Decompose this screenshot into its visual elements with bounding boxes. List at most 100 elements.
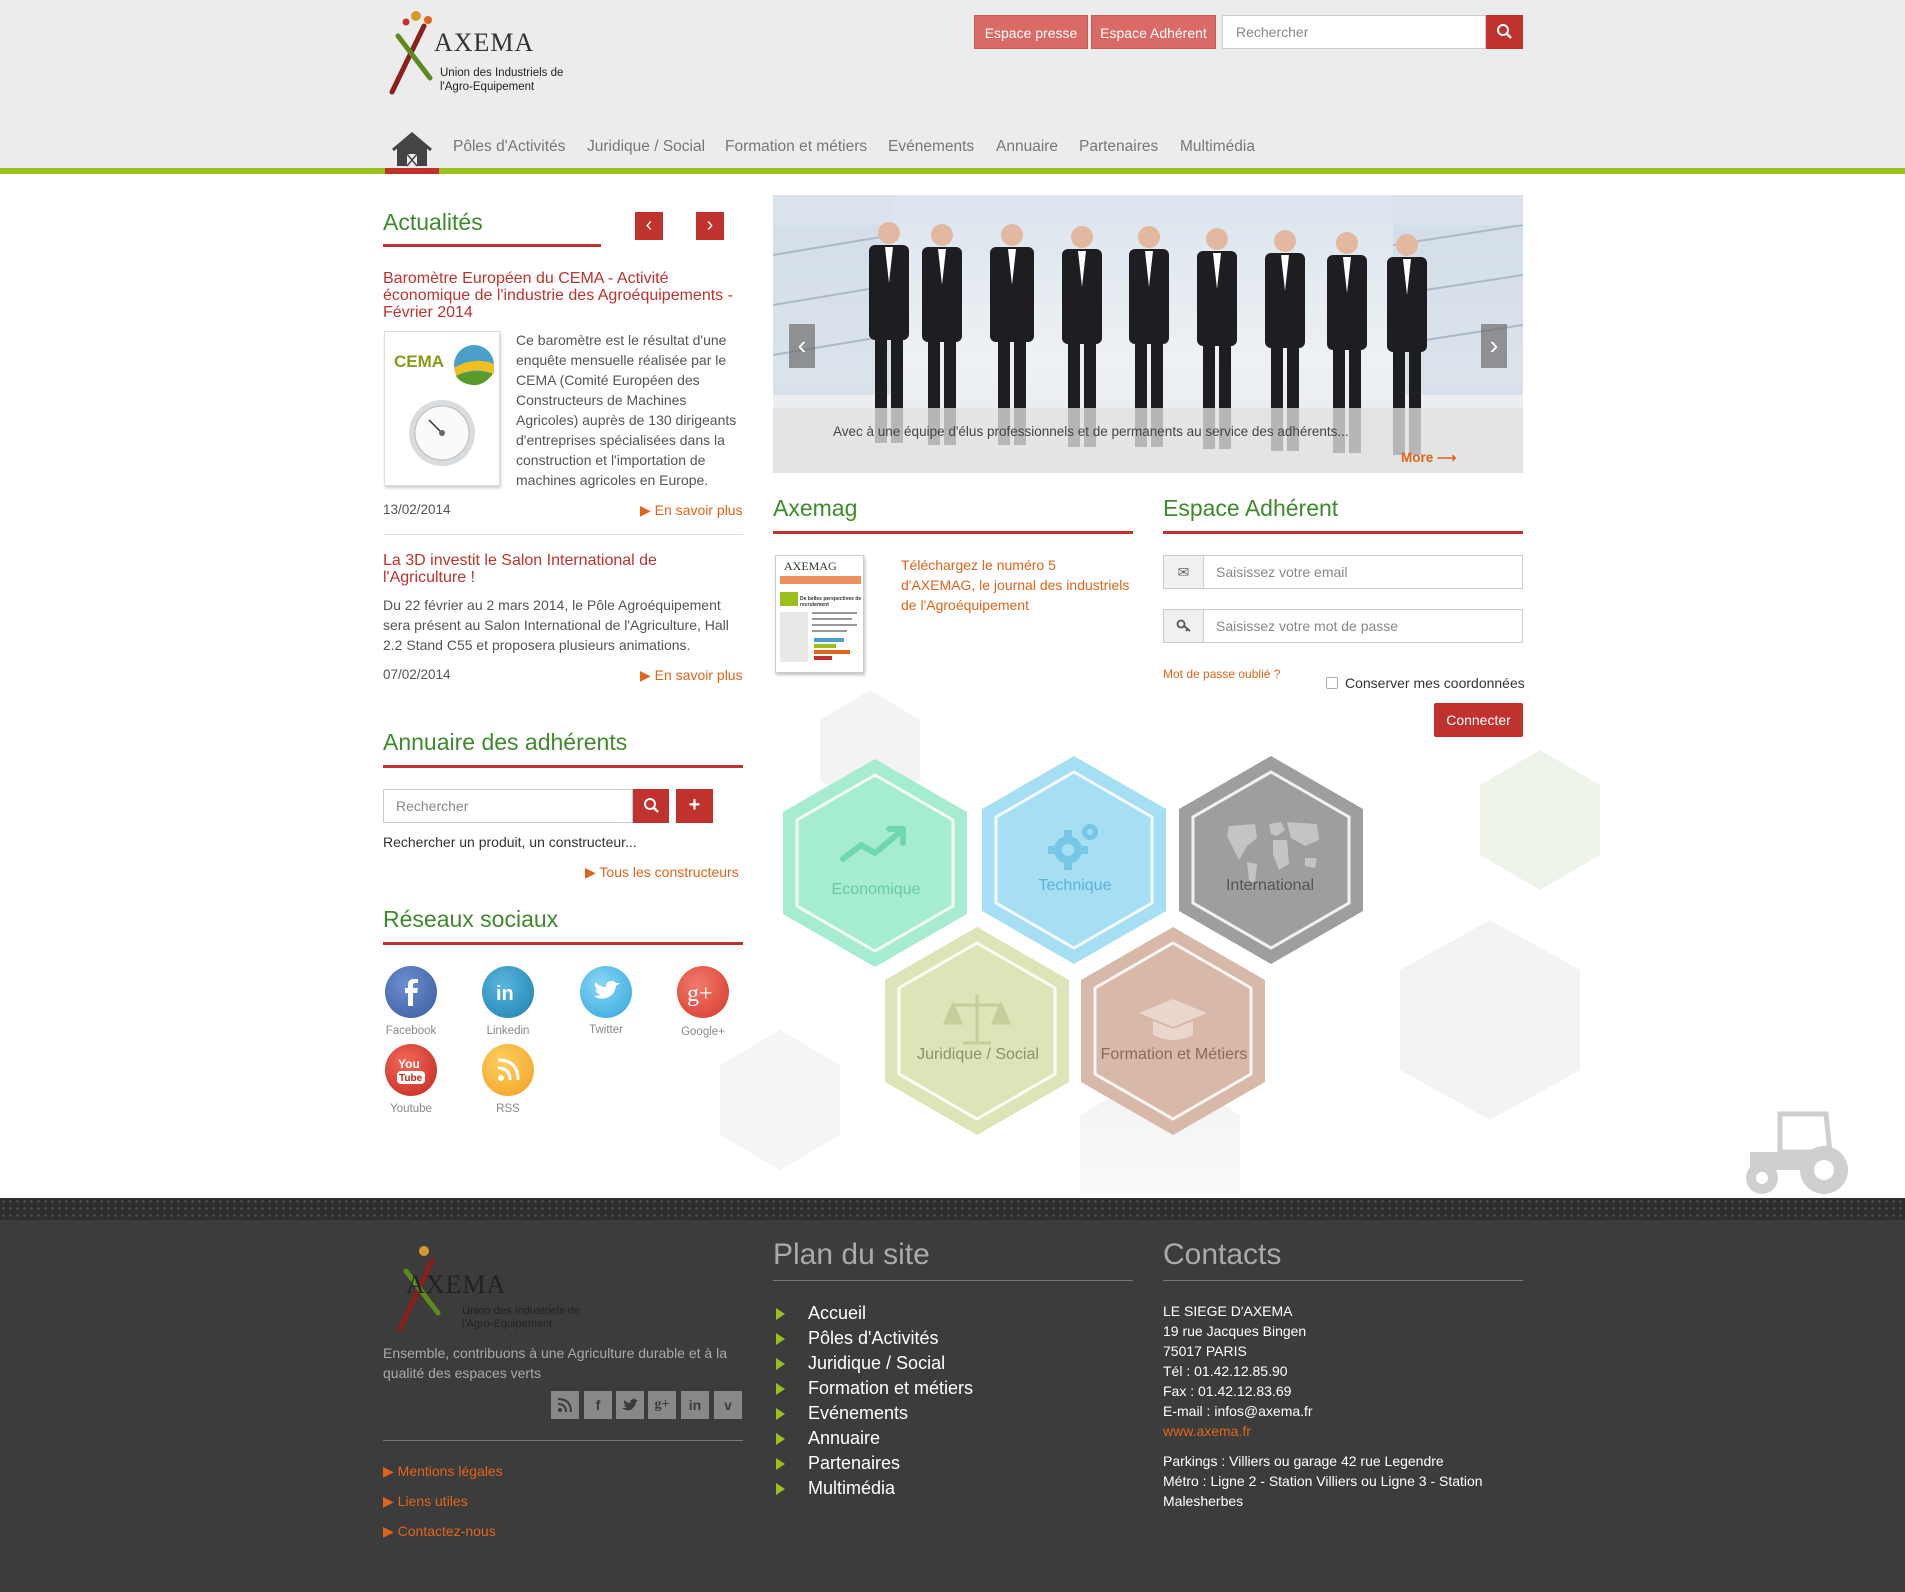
nav-formation[interactable]: Formation et métiers	[725, 138, 867, 156]
footer-google-plus-icon[interactable]: g+	[648, 1391, 676, 1419]
contact-block: LE SIEGE D'AXEMA 19 rue Jacques Bingen 7…	[1163, 1301, 1483, 1511]
slider-caption-text: Avec à une équipe d'élus professionnels …	[833, 424, 1349, 439]
footer-twitter-icon[interactable]	[616, 1391, 644, 1419]
google-plus-icon[interactable]: g+	[677, 966, 729, 1018]
linkedin-icon[interactable]: in	[482, 966, 534, 1018]
annuaire-search-input[interactable]: Rechercher	[383, 789, 633, 823]
linkedin-label: Linkedin	[486, 1025, 530, 1037]
actualites-next-button[interactable]: ›	[696, 212, 724, 240]
news-1-more-link[interactable]: ▶ En savoir plus	[640, 502, 743, 519]
actualites-rule	[383, 244, 601, 247]
tous-constructeurs-link[interactable]: ▶ Tous les constructeurs	[585, 864, 739, 881]
hero-slider[interactable]: Avec à une équipe d'élus professionnels …	[773, 195, 1523, 473]
header-green-rule	[0, 168, 1905, 174]
actualites-prev-button[interactable]: ‹	[635, 212, 663, 240]
logo-subtitle: Union des Industriels de l'Agro-Equipeme…	[440, 66, 580, 94]
news-2-title[interactable]: La 3D investit le Salon International de…	[383, 552, 743, 586]
twitter-icon[interactable]	[580, 966, 632, 1018]
axema-logo[interactable]: AXEMA Union des Industriels de l'Agro-Eq…	[384, 6, 584, 98]
axemag-download-link[interactable]: Téléchargez le numéro 5 d'AXEMAG, le jou…	[901, 555, 1131, 615]
play-arrow-icon: ▶	[383, 1493, 398, 1509]
axemag-title: Axemag	[773, 495, 858, 521]
footer-linkedin-icon[interactable]: in	[681, 1391, 709, 1419]
footer-dotted-band	[0, 1198, 1905, 1220]
contacts-title: Contacts	[1163, 1238, 1282, 1271]
email-field[interactable]: ✉ Saisissez votre email	[1163, 555, 1523, 589]
connect-button[interactable]: Connecter	[1434, 703, 1523, 737]
youtube-glyph-icon: You Tube	[397, 1057, 425, 1084]
header-search-button[interactable]	[1486, 15, 1523, 49]
footer-nav-partenaires[interactable]: Partenaires	[808, 1453, 900, 1474]
footer-nav-accueil[interactable]: Accueil	[808, 1303, 866, 1324]
youtube-label: Youtube	[390, 1103, 432, 1115]
nav-juridique[interactable]: Juridique / Social	[587, 138, 705, 156]
youtube-icon[interactable]: You Tube	[385, 1044, 437, 1096]
footer-left-rule	[383, 1440, 743, 1441]
nav-partenaires[interactable]: Partenaires	[1079, 138, 1158, 156]
axemag-cover[interactable]: AXEMAG De belles perspectives de recrute…	[775, 555, 864, 673]
bullet-icon	[776, 1358, 785, 1370]
contact-metro-line-2: Malesherbes	[1163, 1493, 1244, 1509]
hex-international-label: International	[1225, 877, 1315, 894]
hex-juridique[interactable]	[883, 925, 1071, 1137]
footer-mentions-link[interactable]: ▶ Mentions légales	[383, 1463, 503, 1480]
news-2-more-label: En savoir plus	[654, 667, 743, 683]
axema-logo-mark-icon	[389, 11, 433, 95]
footer-nav-formation[interactable]: Formation et métiers	[808, 1378, 973, 1399]
annuaire-rule	[383, 765, 743, 768]
footer-nav-juridique[interactable]: Juridique / Social	[808, 1353, 945, 1374]
annuaire-search-button[interactable]	[633, 789, 669, 823]
footer-contact-link[interactable]: ▶ Contactez-nous	[383, 1523, 496, 1540]
slider-caption-bar: Avec à une équipe d'élus professionnels …	[773, 408, 1523, 473]
annuaire-hint: Rechercher un produit, un constructeur..…	[383, 834, 637, 850]
footer-nav-poles[interactable]: Pôles d'Activités	[808, 1328, 939, 1349]
bullet-icon	[776, 1333, 785, 1345]
footer-tagline: Ensemble, contribuons à une Agriculture …	[383, 1345, 727, 1381]
play-arrow-icon: ▶	[383, 1463, 398, 1479]
hex-formation[interactable]	[1079, 925, 1267, 1137]
play-arrow-icon: ▶	[640, 502, 655, 518]
facebook-icon[interactable]	[385, 966, 437, 1018]
news-1-thumbnail[interactable]: CEMA	[384, 331, 500, 486]
espace-adherent-button[interactable]: Espace Adhérent	[1091, 15, 1216, 49]
slider-more-link[interactable]: More ⟶	[1401, 450, 1456, 466]
footer-logo[interactable]: AXEMA Union des Industriels de l'Agro-Eq…	[392, 1243, 612, 1333]
footer-liens-link[interactable]: ▶ Liens utiles	[383, 1493, 468, 1510]
bullet-icon	[776, 1383, 785, 1395]
slider-next-button[interactable]: ›	[1481, 324, 1507, 368]
slider-prev-button[interactable]: ‹	[789, 324, 815, 368]
footer-nav-evenements[interactable]: Evénements	[808, 1403, 908, 1424]
contact-website-link[interactable]: www.axema.fr	[1163, 1421, 1483, 1441]
news-1-title[interactable]: Baromètre Européen du CEMA - Activité éc…	[383, 270, 743, 321]
annuaire-add-button[interactable]: +	[676, 789, 713, 823]
footer-logo-subtitle: Union des Industriels de l'Agro-Equipeme…	[462, 1305, 580, 1331]
remember-label: Conserver mes coordonnées	[1345, 675, 1525, 691]
svg-text:Tube: Tube	[399, 1073, 423, 1084]
play-arrow-icon: ▶	[585, 864, 600, 880]
footer-rss-icon[interactable]	[551, 1391, 579, 1419]
logo-subtitle-line-2: l'Agro-Equipement	[440, 81, 535, 93]
remember-checkbox[interactable]	[1326, 677, 1338, 689]
password-field[interactable]: Saisissez votre mot de passe	[1163, 609, 1523, 643]
nav-multimedia[interactable]: Multimédia	[1180, 138, 1255, 156]
footer-vimeo-icon[interactable]: v	[714, 1391, 742, 1419]
contact-spacer	[1163, 1441, 1483, 1451]
nav-annuaire[interactable]: Annuaire	[996, 138, 1058, 156]
footer-contact-label: Contactez-nous	[397, 1523, 496, 1539]
forgot-password-link[interactable]: Mot de passe oublié ?	[1163, 667, 1280, 681]
contact-parkings: Parkings : Villiers ou garage 42 rue Leg…	[1163, 1453, 1444, 1469]
envelope-icon: ✉	[1164, 556, 1204, 588]
contact-street: 19 rue Jacques Bingen	[1163, 1323, 1307, 1339]
espace-presse-button[interactable]: Espace presse	[974, 15, 1088, 49]
hex-juridique-label: Juridique / Social	[917, 1046, 1039, 1063]
footer-facebook-icon[interactable]: f	[584, 1391, 612, 1419]
nav-evenements[interactable]: Evénements	[888, 138, 974, 156]
rss-icon[interactable]	[482, 1044, 534, 1096]
news-1-text: Ce baromètre est le résultat d'une enquê…	[516, 332, 737, 488]
news-2-more-link[interactable]: ▶ En savoir plus	[640, 667, 743, 684]
nav-poles[interactable]: Pôles d'Activités	[453, 138, 565, 156]
header-search-input[interactable]: Rechercher	[1222, 15, 1486, 49]
footer-nav-annuaire[interactable]: Annuaire	[808, 1428, 880, 1449]
footer-nav-multimedia[interactable]: Multimédia	[808, 1478, 895, 1499]
svg-text:in: in	[496, 983, 514, 1005]
